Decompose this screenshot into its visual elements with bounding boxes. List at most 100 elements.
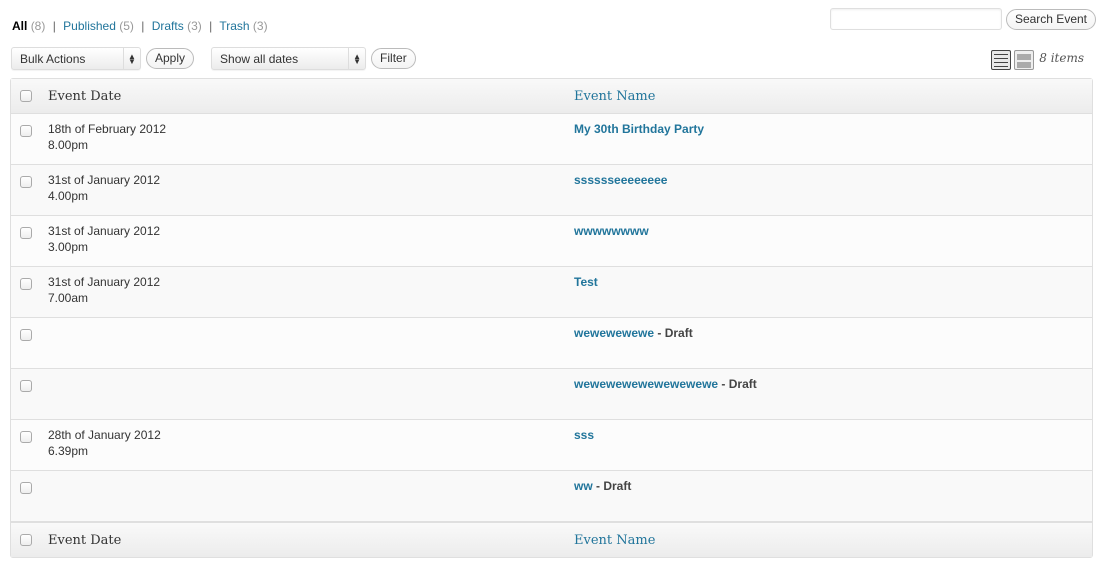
table-header-row: Event Date Event Name xyxy=(11,79,1092,114)
row-checkbox-cell xyxy=(11,471,38,522)
draft-status: - Draft xyxy=(592,479,632,493)
filter-trash-count: (3) xyxy=(252,19,268,33)
filter-trash-link[interactable]: Trash xyxy=(219,19,249,33)
event-date: 31st of January 2012 xyxy=(48,173,161,187)
search-event-button[interactable]: Search Event xyxy=(1005,8,1096,30)
status-filter-links: All (8) | Published (5) | Drafts (3) | T… xyxy=(12,19,268,33)
filter-published-count: (5) xyxy=(119,19,134,33)
row-checkbox-cell xyxy=(11,165,38,216)
row-checkbox[interactable] xyxy=(20,125,32,137)
table-row: 31st of January 2012 4.00pm sssssseeeeeeee xyxy=(11,165,1092,216)
event-title-link[interactable]: My 30th Birthday Party xyxy=(574,122,704,136)
items-count: 8 items xyxy=(1039,51,1084,65)
event-name-cell: wewewewewe - Draft xyxy=(573,318,1092,369)
event-date-cell: 28th of January 2012 6.39pm xyxy=(38,420,573,471)
table-row: 18th of February 2012 8.00pm My 30th Birth… xyxy=(11,114,1092,165)
select-all-checkbox[interactable] xyxy=(20,90,32,102)
filter-button[interactable]: Filter xyxy=(371,48,416,69)
separator: | xyxy=(52,19,56,33)
row-checkbox[interactable] xyxy=(20,227,32,239)
event-date: 31st of January 2012 xyxy=(48,275,161,289)
event-name-cell: wewewewewewewewewe - Draft xyxy=(573,369,1092,420)
tablenav: Bulk Actions ▲ ▼ Apply Show all dates ▲ ▼ … xyxy=(11,47,416,70)
event-time: 3.00pm xyxy=(48,240,89,254)
table-row: 31st of January 2012 3.00pm wwwwwwww xyxy=(11,216,1092,267)
event-title-link[interactable]: wewewewewe xyxy=(574,326,654,340)
row-checkbox[interactable] xyxy=(20,176,32,188)
event-date: 18th of February 2012 xyxy=(48,122,167,136)
excerpt-view-icon[interactable] xyxy=(1014,50,1034,70)
event-title-link[interactable]: wewewewewewewewewe xyxy=(574,377,718,391)
dates-value: Show all dates xyxy=(220,51,299,66)
filter-drafts-link[interactable]: Drafts xyxy=(152,19,184,33)
event-date-cell: 31st of January 2012 3.00pm xyxy=(38,216,573,267)
bulk-actions-select[interactable]: Bulk Actions ▲ ▼ xyxy=(11,47,141,70)
filter-drafts-count: (3) xyxy=(187,19,202,33)
event-name-cell: wwwwwwww xyxy=(573,216,1092,267)
apply-button[interactable]: Apply xyxy=(146,48,195,69)
filter-published-link[interactable]: Published xyxy=(63,19,116,33)
filter-all-count: (8) xyxy=(30,19,46,33)
separator: | xyxy=(209,19,213,33)
event-time: 4.00pm xyxy=(48,189,89,203)
column-footer-event-date[interactable]: Event Date xyxy=(38,522,573,557)
row-checkbox[interactable] xyxy=(20,278,32,290)
table-row: 31st of January 2012 7.00am Test xyxy=(11,267,1092,318)
event-date-cell xyxy=(38,471,573,522)
event-date: 31st of January 2012 xyxy=(48,224,161,238)
row-checkbox-cell xyxy=(11,267,38,318)
list-view-icon[interactable] xyxy=(991,50,1011,70)
draft-status: - Draft xyxy=(718,377,757,391)
column-header-event-date[interactable]: Event Date xyxy=(38,79,573,114)
row-checkbox-cell xyxy=(11,369,38,420)
row-checkbox-cell xyxy=(11,420,38,471)
table-row: ww - Draft xyxy=(11,471,1092,522)
dates-select[interactable]: Show all dates ▲ ▼ xyxy=(211,47,367,70)
select-all-checkbox-footer[interactable] xyxy=(20,534,32,546)
search-input[interactable] xyxy=(829,8,1002,30)
event-time: 6.39pm xyxy=(48,444,89,458)
event-name-cell: sssssseeeeeeee xyxy=(573,165,1092,216)
event-title-link[interactable]: sssssseeeeeeee xyxy=(574,173,667,187)
row-checkbox[interactable] xyxy=(20,431,32,443)
event-title-link[interactable]: sss xyxy=(574,428,594,442)
select-arrows-icon: ▲ ▼ xyxy=(348,48,365,69)
event-title-link[interactable]: Test xyxy=(574,275,598,289)
events-table: Event Date Event Name 18th of February 2… xyxy=(10,78,1093,558)
row-checkbox[interactable] xyxy=(20,329,32,341)
event-date: 28th of January 2012 xyxy=(48,428,161,442)
table-row: wewewewewewewewewe - Draft xyxy=(11,369,1092,420)
table-row: wewewewewe - Draft xyxy=(11,318,1092,369)
event-name-cell: ww - Draft xyxy=(573,471,1092,522)
event-title-link[interactable]: ww xyxy=(574,479,593,493)
event-date-cell: 18th of February 2012 8.00pm xyxy=(38,114,573,165)
bulk-actions-value: Bulk Actions xyxy=(20,51,86,66)
select-arrows-icon: ▲ ▼ xyxy=(123,48,140,69)
event-title-link[interactable]: wwwwwwww xyxy=(574,224,649,238)
table-body: 18th of February 2012 8.00pm My 30th Birth… xyxy=(11,114,1092,522)
row-checkbox-cell xyxy=(11,114,38,165)
select-all-cell xyxy=(11,522,38,557)
row-checkbox-cell xyxy=(11,318,38,369)
separator: | xyxy=(141,19,145,33)
event-date-cell: 31st of January 2012 4.00pm xyxy=(38,165,573,216)
row-checkbox[interactable] xyxy=(20,482,32,494)
event-time: 7.00am xyxy=(48,291,89,305)
row-checkbox[interactable] xyxy=(20,380,32,392)
table-row: 28th of January 2012 6.39pm sss xyxy=(11,420,1092,471)
column-header-event-name[interactable]: Event Name xyxy=(573,79,1092,114)
view-switch xyxy=(991,50,1034,70)
draft-status: - Draft xyxy=(654,326,693,340)
event-name-cell: sss xyxy=(573,420,1092,471)
event-date-cell xyxy=(38,369,573,420)
event-date-cell: 31st of January 2012 7.00am xyxy=(38,267,573,318)
select-all-cell xyxy=(11,79,38,114)
search-box: Search Event xyxy=(829,8,1096,30)
event-date-cell xyxy=(38,318,573,369)
event-time: 8.00pm xyxy=(48,138,89,152)
event-name-cell: Test xyxy=(573,267,1092,318)
row-checkbox-cell xyxy=(11,216,38,267)
column-footer-event-name[interactable]: Event Name xyxy=(573,522,1092,557)
event-name-cell: My 30th Birthday Party xyxy=(573,114,1092,165)
filter-all-link[interactable]: All xyxy=(12,19,27,33)
